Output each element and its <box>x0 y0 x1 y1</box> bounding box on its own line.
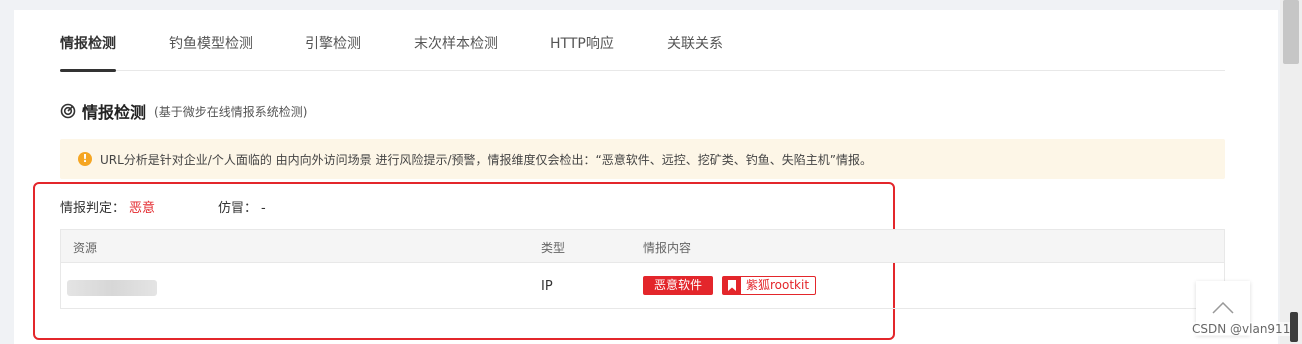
scrollbar-thumb[interactable] <box>1283 0 1299 64</box>
tab-engine-detection[interactable]: 引擎检测 <box>305 32 361 70</box>
column-header-resource: 资源 <box>73 241 98 255</box>
tag-family-label: 紫狐rootkit <box>746 278 810 292</box>
tag-malware-family[interactable]: 紫狐rootkit <box>722 276 817 295</box>
imitation-label: 仿冒： <box>218 201 258 216</box>
notice-text: URL分析是针对企业/个人面临的 由内向外访问场景 进行风险提示/预警，情报维度… <box>100 152 872 167</box>
active-tab-indicator <box>60 69 116 72</box>
tab-last-sample[interactable]: 末次样本检测 <box>414 32 498 70</box>
section-subtitle: (基于微步在线情报系统检测) <box>154 104 308 119</box>
radar-icon <box>60 103 76 119</box>
notice-banner: ! URL分析是针对企业/个人面临的 由内向外访问场景 进行风险提示/预警，情报… <box>60 139 1225 179</box>
chevron-up-icon <box>1212 302 1234 314</box>
type-cell: IP <box>541 279 553 294</box>
table-header: 资源 类型 情报内容 <box>61 230 1224 263</box>
column-header-intel: 情报内容 <box>643 241 692 255</box>
intel-table: 资源 类型 情报内容 IP 恶意软件 紫狐rootkit <box>60 229 1225 309</box>
tab-intel-detection[interactable]: 情报检测 <box>60 32 116 72</box>
imitation-value: - <box>261 201 266 216</box>
verdict: 情报判定： 恶意 <box>60 197 155 216</box>
tab-label: 关联关系 <box>667 36 723 52</box>
tab-phishing-model[interactable]: 钓鱼模型检测 <box>169 32 253 70</box>
tag-malware[interactable]: 恶意软件 <box>643 276 714 295</box>
watermark: CSDN @vlan911 <box>1192 322 1291 336</box>
tab-label: HTTP响应 <box>550 36 614 52</box>
top-strip <box>0 0 1280 10</box>
tab-bar: 情报检测 钓鱼模型检测 引擎检测 末次样本检测 HTTP响应 关联关系 <box>60 32 1225 72</box>
verdict-value: 恶意 <box>129 201 156 216</box>
scrollbar-edge <box>1290 312 1298 342</box>
column-header-type: 类型 <box>541 241 566 255</box>
tab-label: 引擎检测 <box>305 36 361 52</box>
imitation: 仿冒： - <box>218 197 266 216</box>
tab-label: 末次样本检测 <box>414 36 498 52</box>
resource-blurred <box>67 280 157 296</box>
section-title: 情报检测 <box>82 103 147 122</box>
tab-label: 情报检测 <box>60 36 116 52</box>
tab-relations[interactable]: 关联关系 <box>667 32 723 70</box>
section-header: 情报检测 (基于微步在线情报系统检测) <box>60 99 307 123</box>
tab-http-response[interactable]: HTTP响应 <box>550 32 614 70</box>
verdict-label: 情报判定： <box>60 201 126 216</box>
bookmark-icon <box>723 277 741 294</box>
tab-label: 钓鱼模型检测 <box>169 36 253 52</box>
info-circle-icon: ! <box>78 152 92 166</box>
